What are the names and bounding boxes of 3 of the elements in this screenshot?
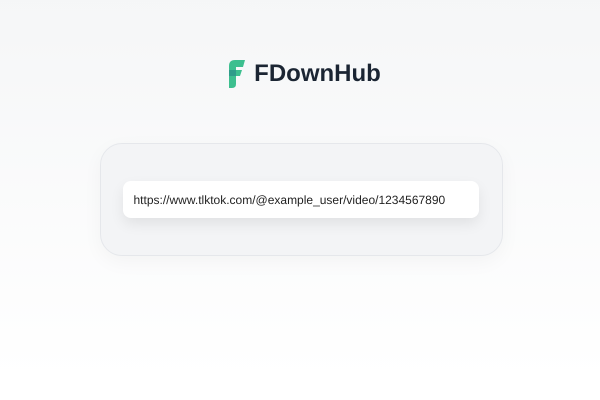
url-input-field[interactable]: https://www.tlktok.com/@example_user/video/1234567890 [122,181,478,218]
brand-name: FDownHub [254,60,381,88]
logo-icon [227,60,246,88]
